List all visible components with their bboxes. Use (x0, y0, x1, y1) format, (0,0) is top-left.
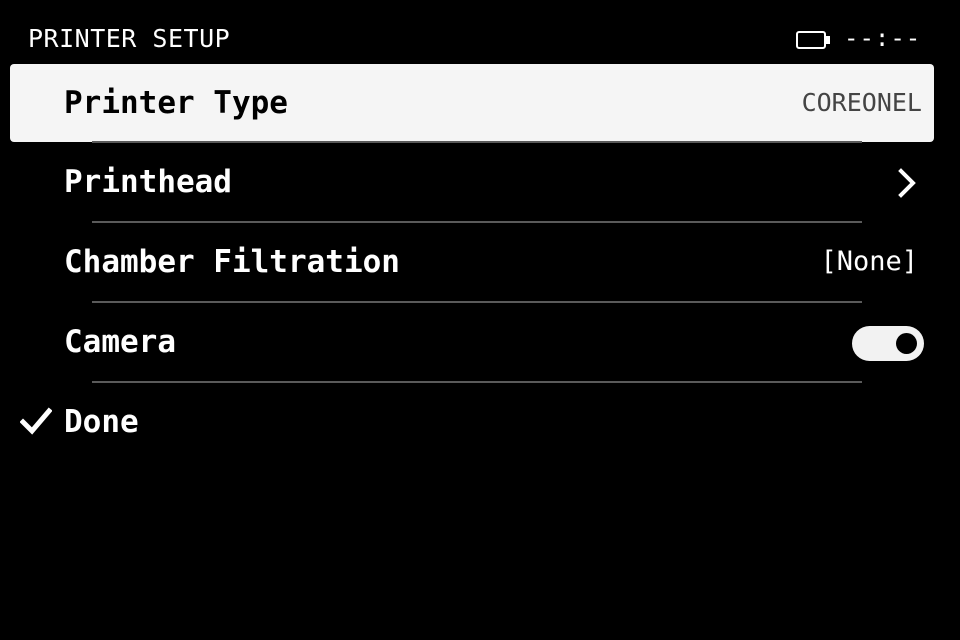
menu-item-printer-type[interactable]: Printer Type COREONEL (10, 64, 934, 142)
done-label: Done (64, 404, 139, 440)
page-title: PRINTER SETUP (28, 24, 231, 53)
menu-item-chamber-filtration[interactable]: Chamber Filtration [None] (0, 222, 960, 302)
chamber-filtration-value: [None] (820, 246, 918, 277)
printer-type-label: Printer Type (64, 85, 288, 121)
camera-label: Camera (64, 324, 176, 360)
printer-type-value: COREONEL (801, 88, 922, 117)
camera-toggle[interactable] (852, 326, 924, 361)
chevron-right-icon (898, 168, 916, 198)
status-bar: PRINTER SETUP --:-- (0, 0, 960, 62)
checkmark-icon (20, 407, 52, 435)
printhead-label: Printhead (64, 164, 232, 200)
toggle-knob (896, 333, 917, 354)
menu-item-camera[interactable]: Camera (0, 302, 960, 382)
clock: --:-- (844, 24, 922, 52)
menu-item-printhead[interactable]: Printhead (0, 142, 960, 222)
battery-icon (796, 31, 830, 49)
chamber-filtration-label: Chamber Filtration (64, 244, 400, 280)
menu-item-done[interactable]: Done (0, 382, 960, 462)
